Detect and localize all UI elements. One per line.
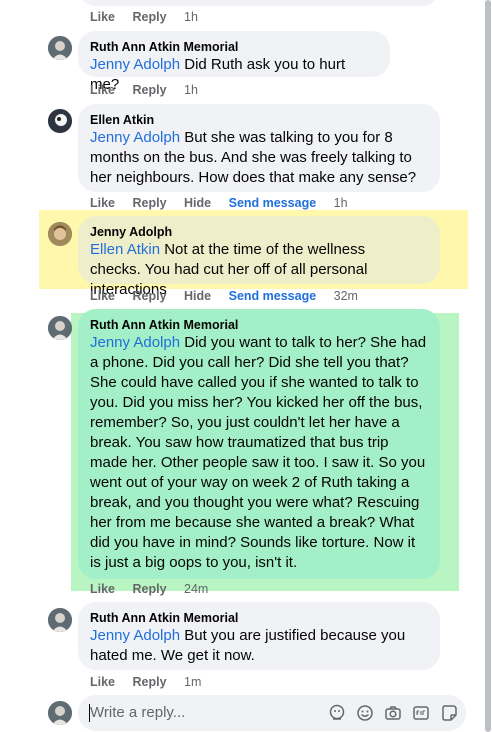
reply-link[interactable]: Reply [133,582,167,596]
reply-link[interactable]: Reply [133,289,167,303]
comment-time[interactable]: 1h [334,196,348,210]
like-link[interactable]: Like [90,582,115,596]
partial-comment-actions: Like Reply 1h [90,9,212,25]
comment-text: Jenny Adolph But you are justified becau… [90,626,410,666]
comment-time[interactable]: 1m [184,675,201,689]
send-message-link[interactable]: Send message [229,196,317,210]
comment-actions: Like Reply Hide Send message 32m [90,288,372,304]
comment-bubble: Ellen Atkin Jenny Adolph But she was tal… [78,104,440,192]
comment-text: Jenny Adolph Did you want to talk to her… [90,333,428,573]
comment-author[interactable]: Ellen Atkin [90,112,428,128]
avatar[interactable] [48,109,72,133]
gif-icon[interactable] [412,704,430,722]
send-message-link[interactable]: Send message [229,289,317,303]
comment-actions: Like Reply 24m [90,581,222,597]
avatar[interactable] [48,36,72,60]
hide-link[interactable]: Hide [184,196,211,210]
reply-link[interactable]: Reply [133,83,167,97]
avatar-ellen-icon [48,109,72,133]
sticker-icon[interactable] [440,704,458,722]
reply-placeholder: Write a reply... [90,704,186,721]
comment-author[interactable]: Ruth Ann Atkin Memorial [90,39,378,55]
camera-icon[interactable] [384,704,402,722]
emoji-icon[interactable] [356,704,374,722]
avatar-jenny-icon [48,222,72,246]
comment-time[interactable]: 1h [184,10,198,24]
hide-link[interactable]: Hide [184,289,211,303]
scrollbar-thumb[interactable] [485,0,491,732]
partial-comment-bubble [78,0,440,6]
mention-link[interactable]: Ellen Atkin [90,241,160,258]
comment-bubble: Jenny Adolph Ellen Atkin Not at the time… [78,216,440,298]
reply-input[interactable]: Write a reply... [78,695,466,731]
comment-body: Did you want to talk to her? She had a p… [90,334,427,571]
mention-link[interactable]: Jenny Adolph [90,56,180,73]
like-link[interactable]: Like [90,83,115,97]
comment-text: Jenny Adolph But she was talking to you … [90,128,422,188]
like-link[interactable]: Like [90,289,115,303]
comment-author[interactable]: Ruth Ann Atkin Memorial [90,317,428,333]
comment-actions: Like Reply Hide Send message 1h [90,195,362,211]
avatar[interactable] [48,316,72,340]
reply-link[interactable]: Reply [133,196,167,210]
like-link[interactable]: Like [90,675,115,689]
comment-actions: Like Reply 1m [90,674,215,690]
like-link[interactable]: Like [90,196,115,210]
comment-time[interactable]: 32m [334,289,358,303]
comment-bubble: Ruth Ann Atkin Memorial Jenny Adolph Did… [78,31,390,93]
reply-link[interactable]: Reply [133,10,167,24]
mention-link[interactable]: Jenny Adolph [90,334,180,351]
mention-link[interactable]: Jenny Adolph [90,627,180,644]
avatar-ruth-icon [48,608,72,632]
comment-time[interactable]: 24m [184,582,208,596]
comment-author[interactable]: Jenny Adolph [90,224,428,240]
comment-author[interactable]: Ruth Ann Atkin Memorial [90,610,428,626]
comment-bubble: Ruth Ann Atkin Memorial Jenny Adolph Did… [78,309,440,579]
avatar-ruth-icon [48,316,72,340]
avatar-ruth-icon [48,701,72,725]
mention-link[interactable]: Jenny Adolph [90,129,180,146]
scrollbar-track[interactable] [484,0,492,732]
avatar-ruth-icon [48,36,72,60]
avatar-sticker-icon[interactable] [328,704,346,722]
comment-actions: Like Reply 1h [90,82,212,98]
comment-time[interactable]: 1h [184,83,198,97]
avatar[interactable] [48,608,72,632]
like-link[interactable]: Like [90,10,115,24]
current-user-avatar[interactable] [48,701,72,725]
comment-bubble: Ruth Ann Atkin Memorial Jenny Adolph But… [78,602,440,670]
avatar[interactable] [48,222,72,246]
reply-link[interactable]: Reply [133,675,167,689]
